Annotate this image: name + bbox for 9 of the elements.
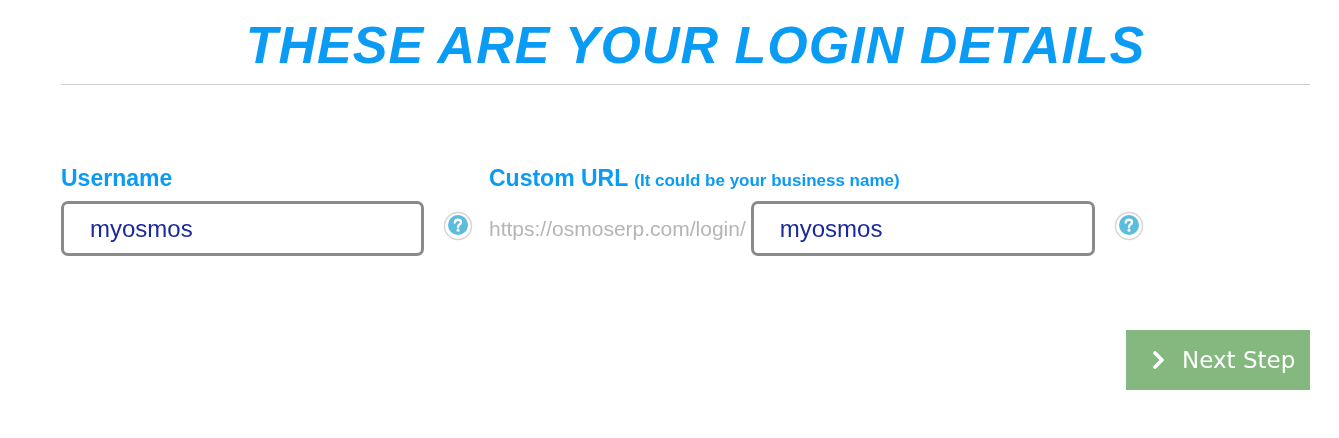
page-title: THESE ARE YOUR LOGIN DETAILS [244,15,1147,76]
custom-url-field[interactable]: myosmos [750,201,1095,256]
username-label: Username [61,165,174,193]
username-field[interactable]: myosmos [61,201,424,256]
help-icon[interactable] [1113,210,1144,241]
custom-url-label: Custom URL (It could be your business name) [489,165,901,193]
url-prefix: https://osmoserp.com/login/ [489,216,746,241]
help-icon[interactable] [443,210,473,241]
chevron-icon [1152,351,1166,369]
